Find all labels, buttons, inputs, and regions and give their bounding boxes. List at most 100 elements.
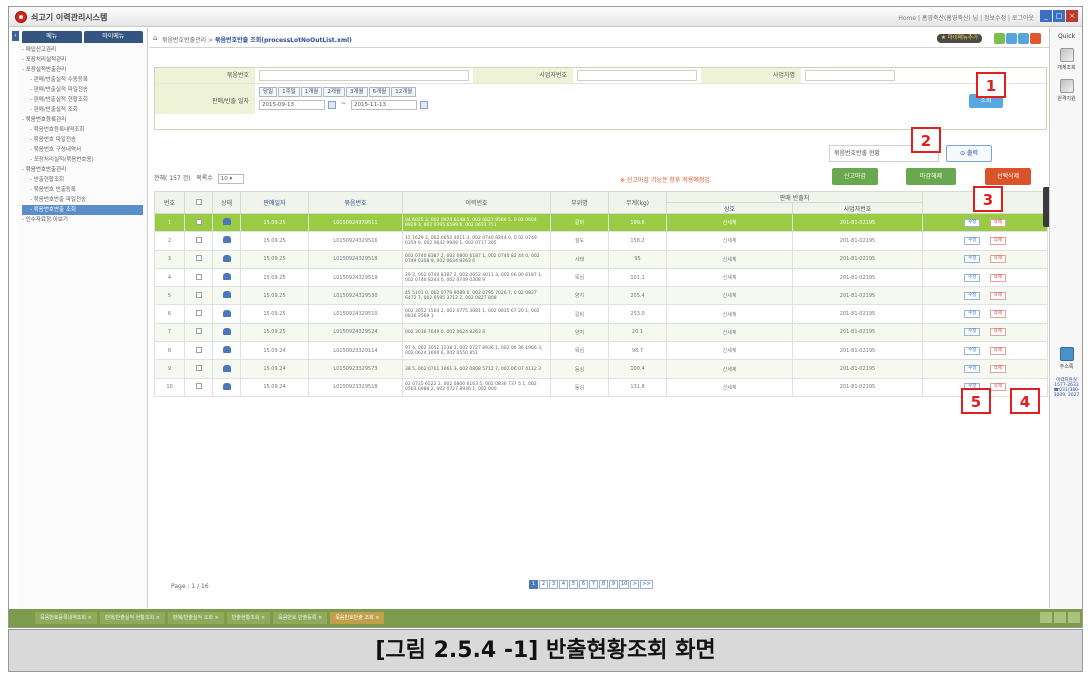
period-button[interactable]: 1주일	[278, 87, 300, 97]
delete-button[interactable]: 삭제	[989, 383, 1006, 392]
close-tab-icon[interactable]: ×	[374, 615, 379, 621]
delete-button[interactable]: 삭제	[989, 310, 1006, 319]
per-page-select[interactable]: 10 ▾	[217, 173, 244, 184]
refresh-icon[interactable]	[994, 33, 1005, 44]
date-to-input[interactable]: 2015-11-13	[351, 100, 417, 110]
unclose-button[interactable]: 마감해제	[906, 168, 956, 185]
period-button[interactable]: 2개월	[323, 87, 345, 97]
page-link[interactable]: 5	[569, 580, 578, 589]
row-checkbox[interactable]	[195, 310, 202, 317]
row-checkbox[interactable]	[195, 218, 202, 225]
help-icon[interactable]	[1006, 33, 1017, 44]
open-tab[interactable]: 판매/반출실적 현황조회 ×	[99, 612, 165, 624]
edit-button[interactable]: 수정	[964, 291, 981, 300]
row-checkbox[interactable]	[195, 383, 202, 390]
bundle-no-input[interactable]	[259, 70, 469, 81]
tab-next-icon[interactable]	[1054, 612, 1066, 623]
sidebar-item[interactable]: - 묶음번호등록관리	[22, 115, 143, 125]
period-button[interactable]: 6개월	[368, 87, 391, 97]
row-checkbox[interactable]	[195, 346, 202, 353]
delete-button[interactable]: 삭제	[989, 273, 1006, 282]
quick-item-address-book[interactable]: 주소록	[1054, 347, 1080, 370]
close-tab-icon[interactable]: ×	[154, 615, 160, 621]
close-icon[interactable]: ×	[1066, 10, 1078, 22]
tab-menu[interactable]: 메뉴	[22, 31, 82, 43]
page-link[interactable]: 10	[619, 580, 630, 589]
edit-button[interactable]: 수정	[964, 218, 981, 227]
open-tab[interactable]: 묶음번호 반출등록 ×	[273, 612, 328, 624]
table-row[interactable]: 3 15.09.25 L0150924329518 002 0740 8387 2, …	[154, 249, 1049, 269]
row-checkbox[interactable]	[195, 328, 202, 335]
col-check[interactable]	[184, 191, 213, 214]
quick-item-remote-support[interactable]: 원격지원	[1054, 79, 1080, 102]
delete-button[interactable]: 삭제	[989, 291, 1006, 300]
sidebar-item[interactable]: - 포장처리실적(묶음번호용)	[22, 155, 143, 165]
period-button[interactable]: 3개월	[346, 87, 368, 97]
close-tab-icon[interactable]: ×	[86, 615, 92, 621]
select-all-checkbox[interactable]	[195, 198, 202, 205]
page-link[interactable]: 2	[539, 580, 548, 589]
row-checkbox[interactable]	[195, 365, 202, 372]
page-next-link[interactable]: >	[630, 580, 640, 589]
add-favorite-button[interactable]: ★ 마이메뉴추가	[937, 34, 983, 43]
close-tab-icon[interactable]: ×	[213, 615, 219, 621]
open-tab[interactable]: 반출현황조회 ×	[226, 612, 271, 624]
delete-button[interactable]: 삭제	[989, 365, 1006, 374]
delete-button[interactable]: 삭제	[989, 218, 1006, 227]
sidebar-item[interactable]: - 묶음번호반출 조회	[22, 205, 143, 215]
edit-button[interactable]: 수정	[964, 365, 981, 374]
delete-button[interactable]: 삭제	[989, 346, 1006, 355]
tab-prev-icon[interactable]	[1040, 612, 1052, 623]
page-link[interactable]: 1	[529, 580, 538, 589]
page-last-link[interactable]: >>	[640, 580, 653, 589]
sidebar-item[interactable]: - 묶음번호등록내역조회	[22, 125, 143, 135]
open-tab[interactable]: 묶음번호등록내역조회 ×	[35, 612, 97, 624]
sidebar-item[interactable]: - 매입신고관리	[22, 45, 143, 55]
table-row[interactable]: 2 15.09.25 L0150924329516 15 1629 2, 002 06…	[154, 231, 1049, 251]
open-tab[interactable]: 판매/반출실적 조회 ×	[167, 612, 224, 624]
biz-no-input[interactable]	[577, 70, 697, 81]
table-row[interactable]: 5 15.09.25 L0150924329530 45 5101 0, 002 07…	[154, 286, 1049, 306]
sidebar-item[interactable]: - 포장실적반출관리	[22, 65, 143, 75]
delete-button[interactable]: 삭제	[989, 328, 1006, 337]
top-links[interactable]: Home | 홈영축산(홈영축산) 님 | 정보수정 | 로그아웃	[898, 13, 1034, 22]
row-checkbox[interactable]	[195, 236, 202, 243]
table-row[interactable]: 1 15.09.25 L0150924329511 04 6025 3, 002 09…	[154, 212, 1049, 233]
table-row[interactable]: 9 15.09.24 L0150923329573 38 5, 002 0761 10…	[154, 359, 1049, 379]
output-button[interactable]: ⊙ 출력	[946, 145, 992, 162]
date-from-input[interactable]: 2015-09-13	[259, 100, 325, 110]
sidebar-item[interactable]: - 묶음번호반출 파일전송	[22, 195, 143, 205]
sidebar-item[interactable]: - 반출현황조회	[22, 175, 143, 185]
home-icon[interactable]: ⌂	[153, 34, 157, 42]
period-button[interactable]: 당일	[259, 87, 278, 97]
close-tab-icon[interactable]: ×	[317, 615, 322, 621]
delete-selected-button[interactable]: 선택삭제	[985, 168, 1031, 185]
delete-button[interactable]: 삭제	[989, 255, 1006, 264]
tab-close-all-icon[interactable]	[1068, 612, 1080, 623]
close-report-button[interactable]: 신고마감	[832, 168, 878, 185]
sidebar-item[interactable]: - 묶음번호 반출등록	[22, 185, 143, 195]
table-row[interactable]: 8 15.09.24 L0150923329114 97 4, 002 3052 11…	[154, 341, 1049, 361]
col-lot[interactable]: 묶음번호	[308, 191, 403, 214]
calendar-icon[interactable]	[420, 101, 428, 109]
calendar-icon[interactable]	[328, 101, 336, 109]
table-row[interactable]: 4 15.09.25 L0150924329519 29 2, 002 0740 83…	[154, 267, 1049, 288]
sidebar-item[interactable]: - 판매/반출실적 현황조회	[22, 95, 143, 105]
quick-item-entity-lookup[interactable]: 개체조회	[1054, 48, 1080, 71]
edit-button[interactable]: 수정	[964, 310, 981, 319]
sidebar-collapse-icon[interactable]: ‹	[12, 31, 19, 41]
sidebar-item[interactable]: - 묶음번호반출관리	[22, 165, 143, 175]
edit-button[interactable]: 수정	[964, 255, 981, 264]
minimize-icon[interactable]: _	[1040, 10, 1052, 22]
delete-button[interactable]: 삭제	[989, 236, 1006, 245]
close-tab-icon[interactable]	[1030, 33, 1041, 44]
edit-button[interactable]: 수정	[964, 236, 981, 245]
page-link[interactable]: 7	[589, 580, 598, 589]
edit-button[interactable]: 수정	[964, 273, 981, 282]
tab-my-menu[interactable]: 마이메뉴	[83, 31, 143, 43]
row-checkbox[interactable]	[195, 273, 202, 280]
page-link[interactable]: 6	[579, 580, 588, 589]
edit-button[interactable]: 수정	[964, 328, 981, 337]
edit-button[interactable]: 수정	[964, 346, 981, 355]
table-row[interactable]: 7 15.09.25 L0150924329524 002 3036 7649 0, …	[154, 322, 1049, 343]
